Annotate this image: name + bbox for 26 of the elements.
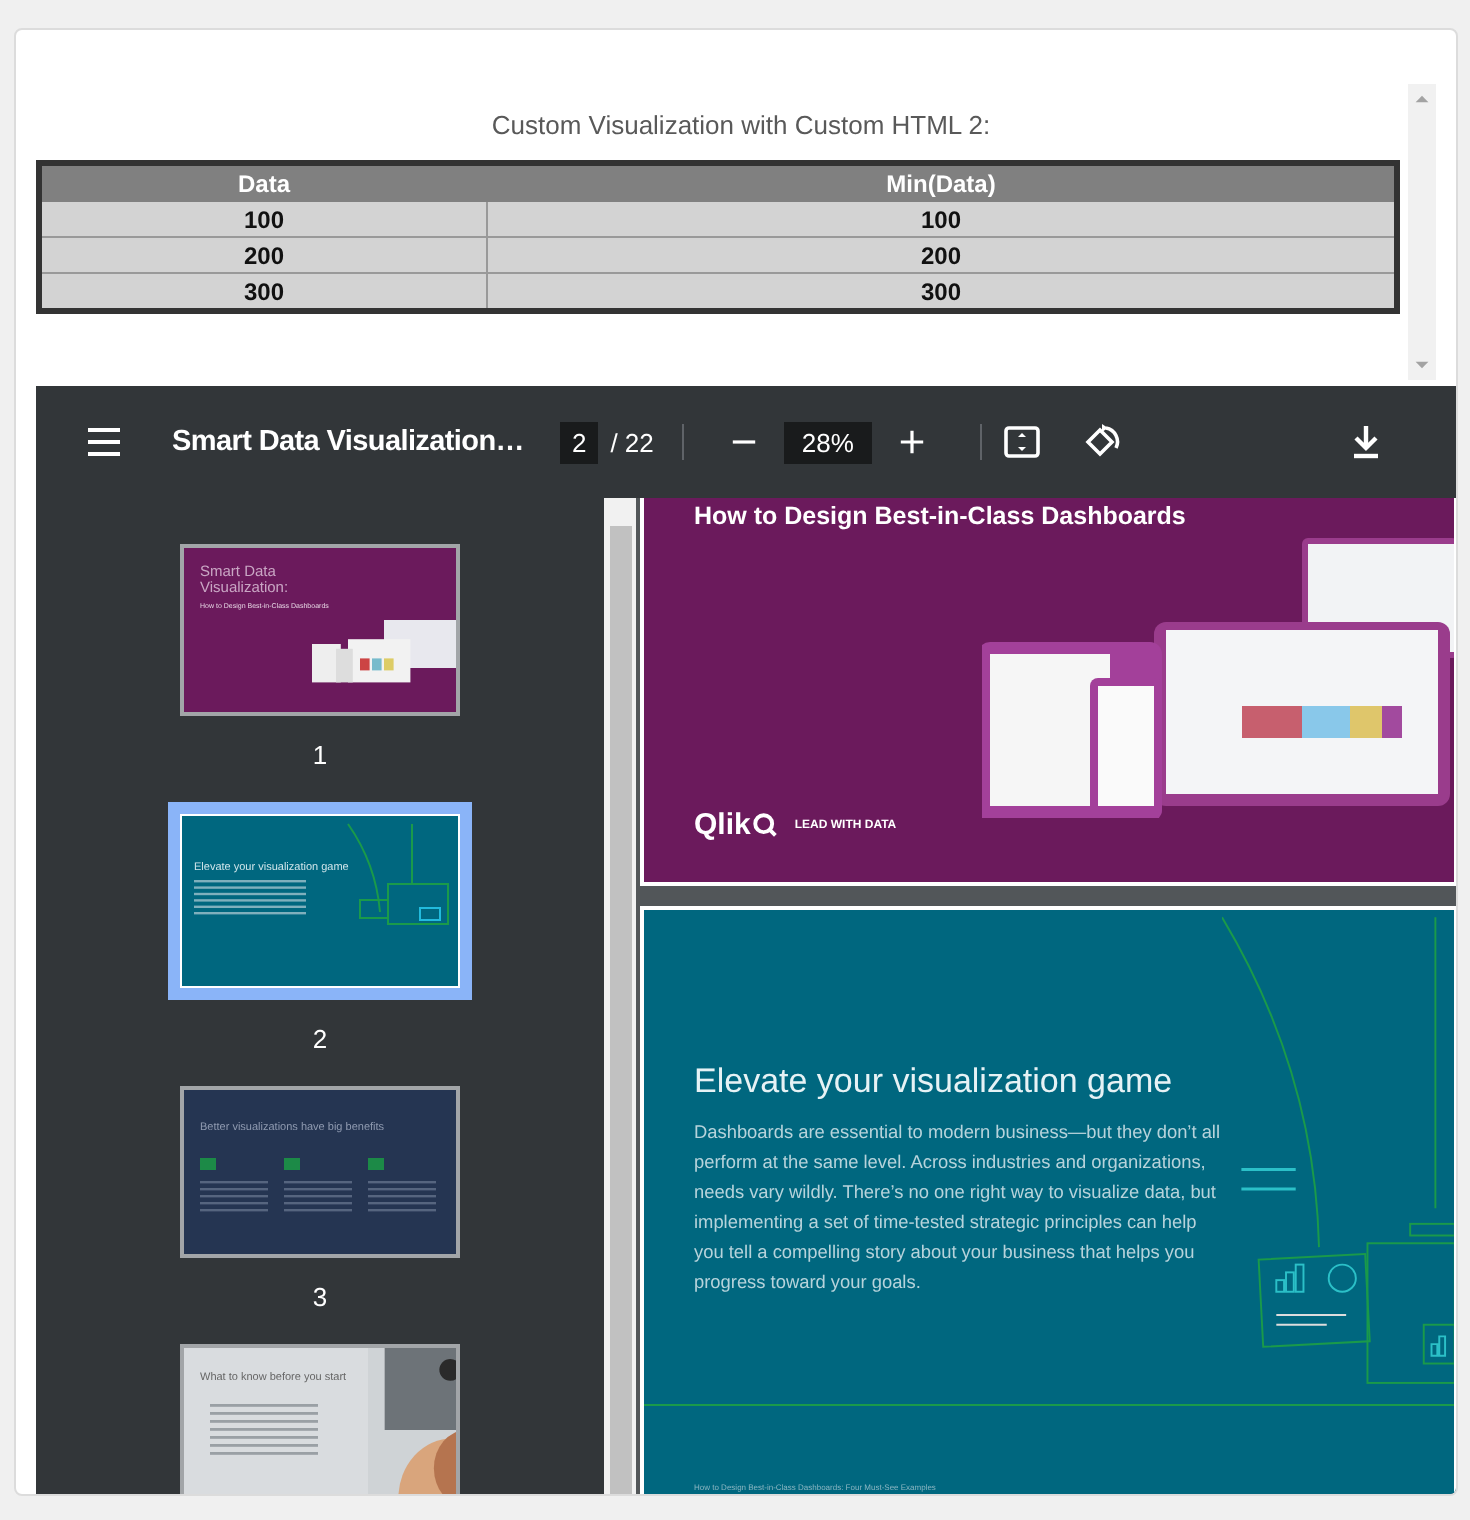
- column-header: Min(Data): [487, 163, 1397, 201]
- page-paragraph: Dashboards are essential to modern business—but they don’t all perform at the same level. Across industries and organizations, needs vary wildly. There’s no one right way to visualize data, but implementing a set of time-tested strategic principles can help you tell a compelling story about your business that helps you progress toward your goals.: [694, 1120, 1222, 1296]
- zoom-in-icon[interactable]: [895, 426, 928, 458]
- table-cell: 200: [487, 237, 1397, 273]
- zoom-field[interactable]: 28%: [783, 421, 872, 463]
- logo-text: Qlik: [694, 808, 751, 842]
- rotate-icon[interactable]: [1081, 422, 1122, 462]
- page-heading: Elevate your visualization game: [694, 1062, 1175, 1102]
- page-number: 2: [312, 1024, 328, 1054]
- scrollbar[interactable]: [604, 498, 636, 1494]
- logo-icon: [752, 812, 779, 838]
- page-count: / 22: [610, 427, 654, 457]
- column-header: Data: [39, 163, 487, 201]
- table-cell: 300: [487, 273, 1397, 311]
- table-cell: 300: [39, 273, 487, 311]
- table-cell: 200: [39, 237, 487, 273]
- page-subtitle: How to Design Best-in-Class Dashboards: [694, 502, 1188, 530]
- visualization-title: Custom Visualization with Custom HTML 2:: [489, 110, 993, 140]
- table-cell: 100: [39, 201, 487, 237]
- menu-icon[interactable]: [84, 422, 124, 462]
- page-number: 1: [312, 740, 328, 770]
- page-number-field[interactable]: 2: [559, 421, 599, 463]
- document-title: Smart Data Visualization…: [172, 426, 524, 458]
- fit-page-icon[interactable]: [1001, 422, 1042, 462]
- page-number: 3: [312, 1282, 328, 1312]
- table-cell: 100: [487, 201, 1397, 237]
